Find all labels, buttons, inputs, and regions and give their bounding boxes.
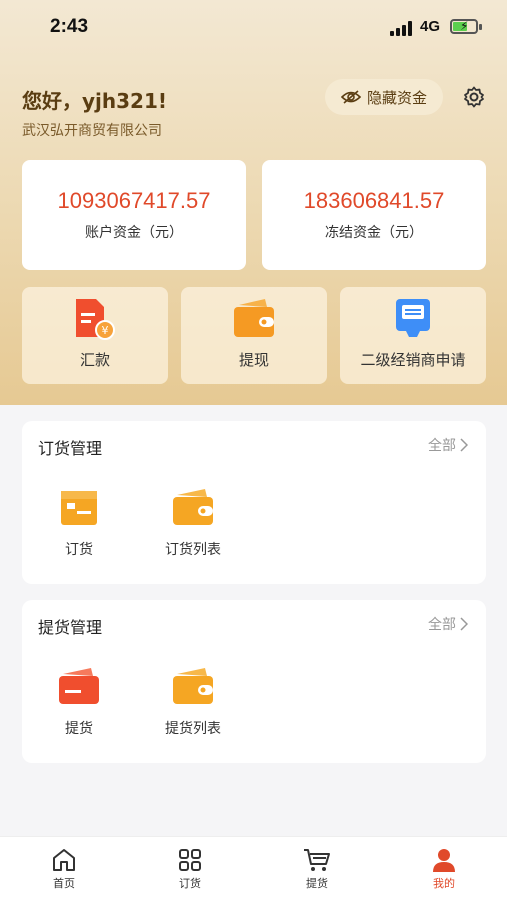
tab-pickup-label: 提货 [306, 877, 328, 890]
application-icon [396, 299, 430, 337]
order-management-section: 订货管理 全部 订货 订货列表 [22, 421, 486, 584]
status-bar: 2:43 4G ⚡ [0, 0, 507, 56]
frozen-funds-card: 183606841.57 冻结资金（元） [262, 160, 486, 270]
order-label: 订货 [65, 542, 93, 558]
tab-home-label: 首页 [53, 877, 75, 890]
pickup-wallet-icon [59, 668, 99, 704]
order-list-item[interactable]: 订货列表 [148, 487, 238, 559]
order-list-wallet-icon [173, 489, 213, 525]
tab-mine[interactable]: 我的 [404, 847, 484, 891]
chevron-right-icon [460, 617, 468, 631]
pickup-more-label: 全部 [428, 617, 456, 633]
remittance-button[interactable]: ¥ 汇款 [22, 287, 168, 384]
bottom-tab-bar: 首页 订货 提货 我的 [0, 836, 507, 900]
pickup-list-item[interactable]: 提货列表 [148, 666, 238, 738]
grid-icon [179, 849, 201, 871]
frozen-funds-amount: 183606841.57 [303, 188, 445, 213]
frozen-funds-label: 冻结资金（元） [325, 225, 423, 241]
gear-icon[interactable] [462, 85, 486, 109]
distributor-application-button[interactable]: 二级经销商申请 [340, 287, 486, 384]
order-more-label: 全部 [428, 438, 456, 454]
withdraw-label: 提现 [238, 351, 269, 369]
network-label: 4G [420, 18, 441, 35]
tab-order[interactable]: 订货 [150, 847, 230, 891]
battery-icon: ⚡ [450, 19, 482, 34]
distributor-application-label: 二级经销商申请 [360, 351, 466, 369]
pickup-management-section: 提货管理 全部 提货 提货列表 [22, 600, 486, 763]
greeting-text: 您好，yjh321! [22, 89, 167, 113]
account-funds-card: 1093067417.57 账户资金（元） [22, 160, 246, 270]
order-box-icon [61, 491, 97, 525]
remittance-icon: ¥ [76, 299, 115, 340]
home-icon [53, 849, 75, 871]
pickup-section-title: 提货管理 [38, 618, 103, 637]
tab-order-label: 订货 [179, 877, 201, 890]
tab-pickup[interactable]: 提货 [277, 847, 357, 891]
order-item[interactable]: 订货 [34, 487, 124, 559]
order-list-label: 订货列表 [165, 542, 221, 558]
pickup-section-more-link[interactable]: 全部 [428, 614, 468, 634]
cart-icon [304, 849, 330, 871]
user-icon [433, 849, 455, 872]
company-name: 武汉弘开商贸有限公司 [22, 123, 162, 139]
account-funds-label: 账户资金（元） [85, 225, 183, 241]
pickup-list-wallet-icon [173, 668, 213, 704]
account-funds-amount: 1093067417.57 [57, 188, 211, 213]
signal-icon [390, 20, 414, 36]
tab-home[interactable]: 首页 [24, 847, 104, 891]
remittance-label: 汇款 [79, 351, 110, 369]
order-section-title: 订货管理 [38, 439, 103, 458]
svg-text:¥: ¥ [102, 324, 109, 337]
wallet-icon [234, 299, 274, 337]
hide-funds-button[interactable]: 隐藏资金 [325, 79, 443, 115]
withdraw-button[interactable]: 提现 [181, 287, 327, 384]
pickup-list-label: 提货列表 [165, 721, 221, 737]
status-time: 2:43 [50, 16, 89, 37]
chevron-right-icon [460, 438, 468, 452]
tab-mine-label: 我的 [433, 877, 455, 890]
pickup-item[interactable]: 提货 [34, 666, 124, 738]
order-section-more-link[interactable]: 全部 [428, 435, 468, 455]
eye-off-icon [340, 90, 361, 104]
hide-funds-label: 隐藏资金 [366, 88, 427, 107]
pickup-label: 提货 [65, 721, 93, 737]
